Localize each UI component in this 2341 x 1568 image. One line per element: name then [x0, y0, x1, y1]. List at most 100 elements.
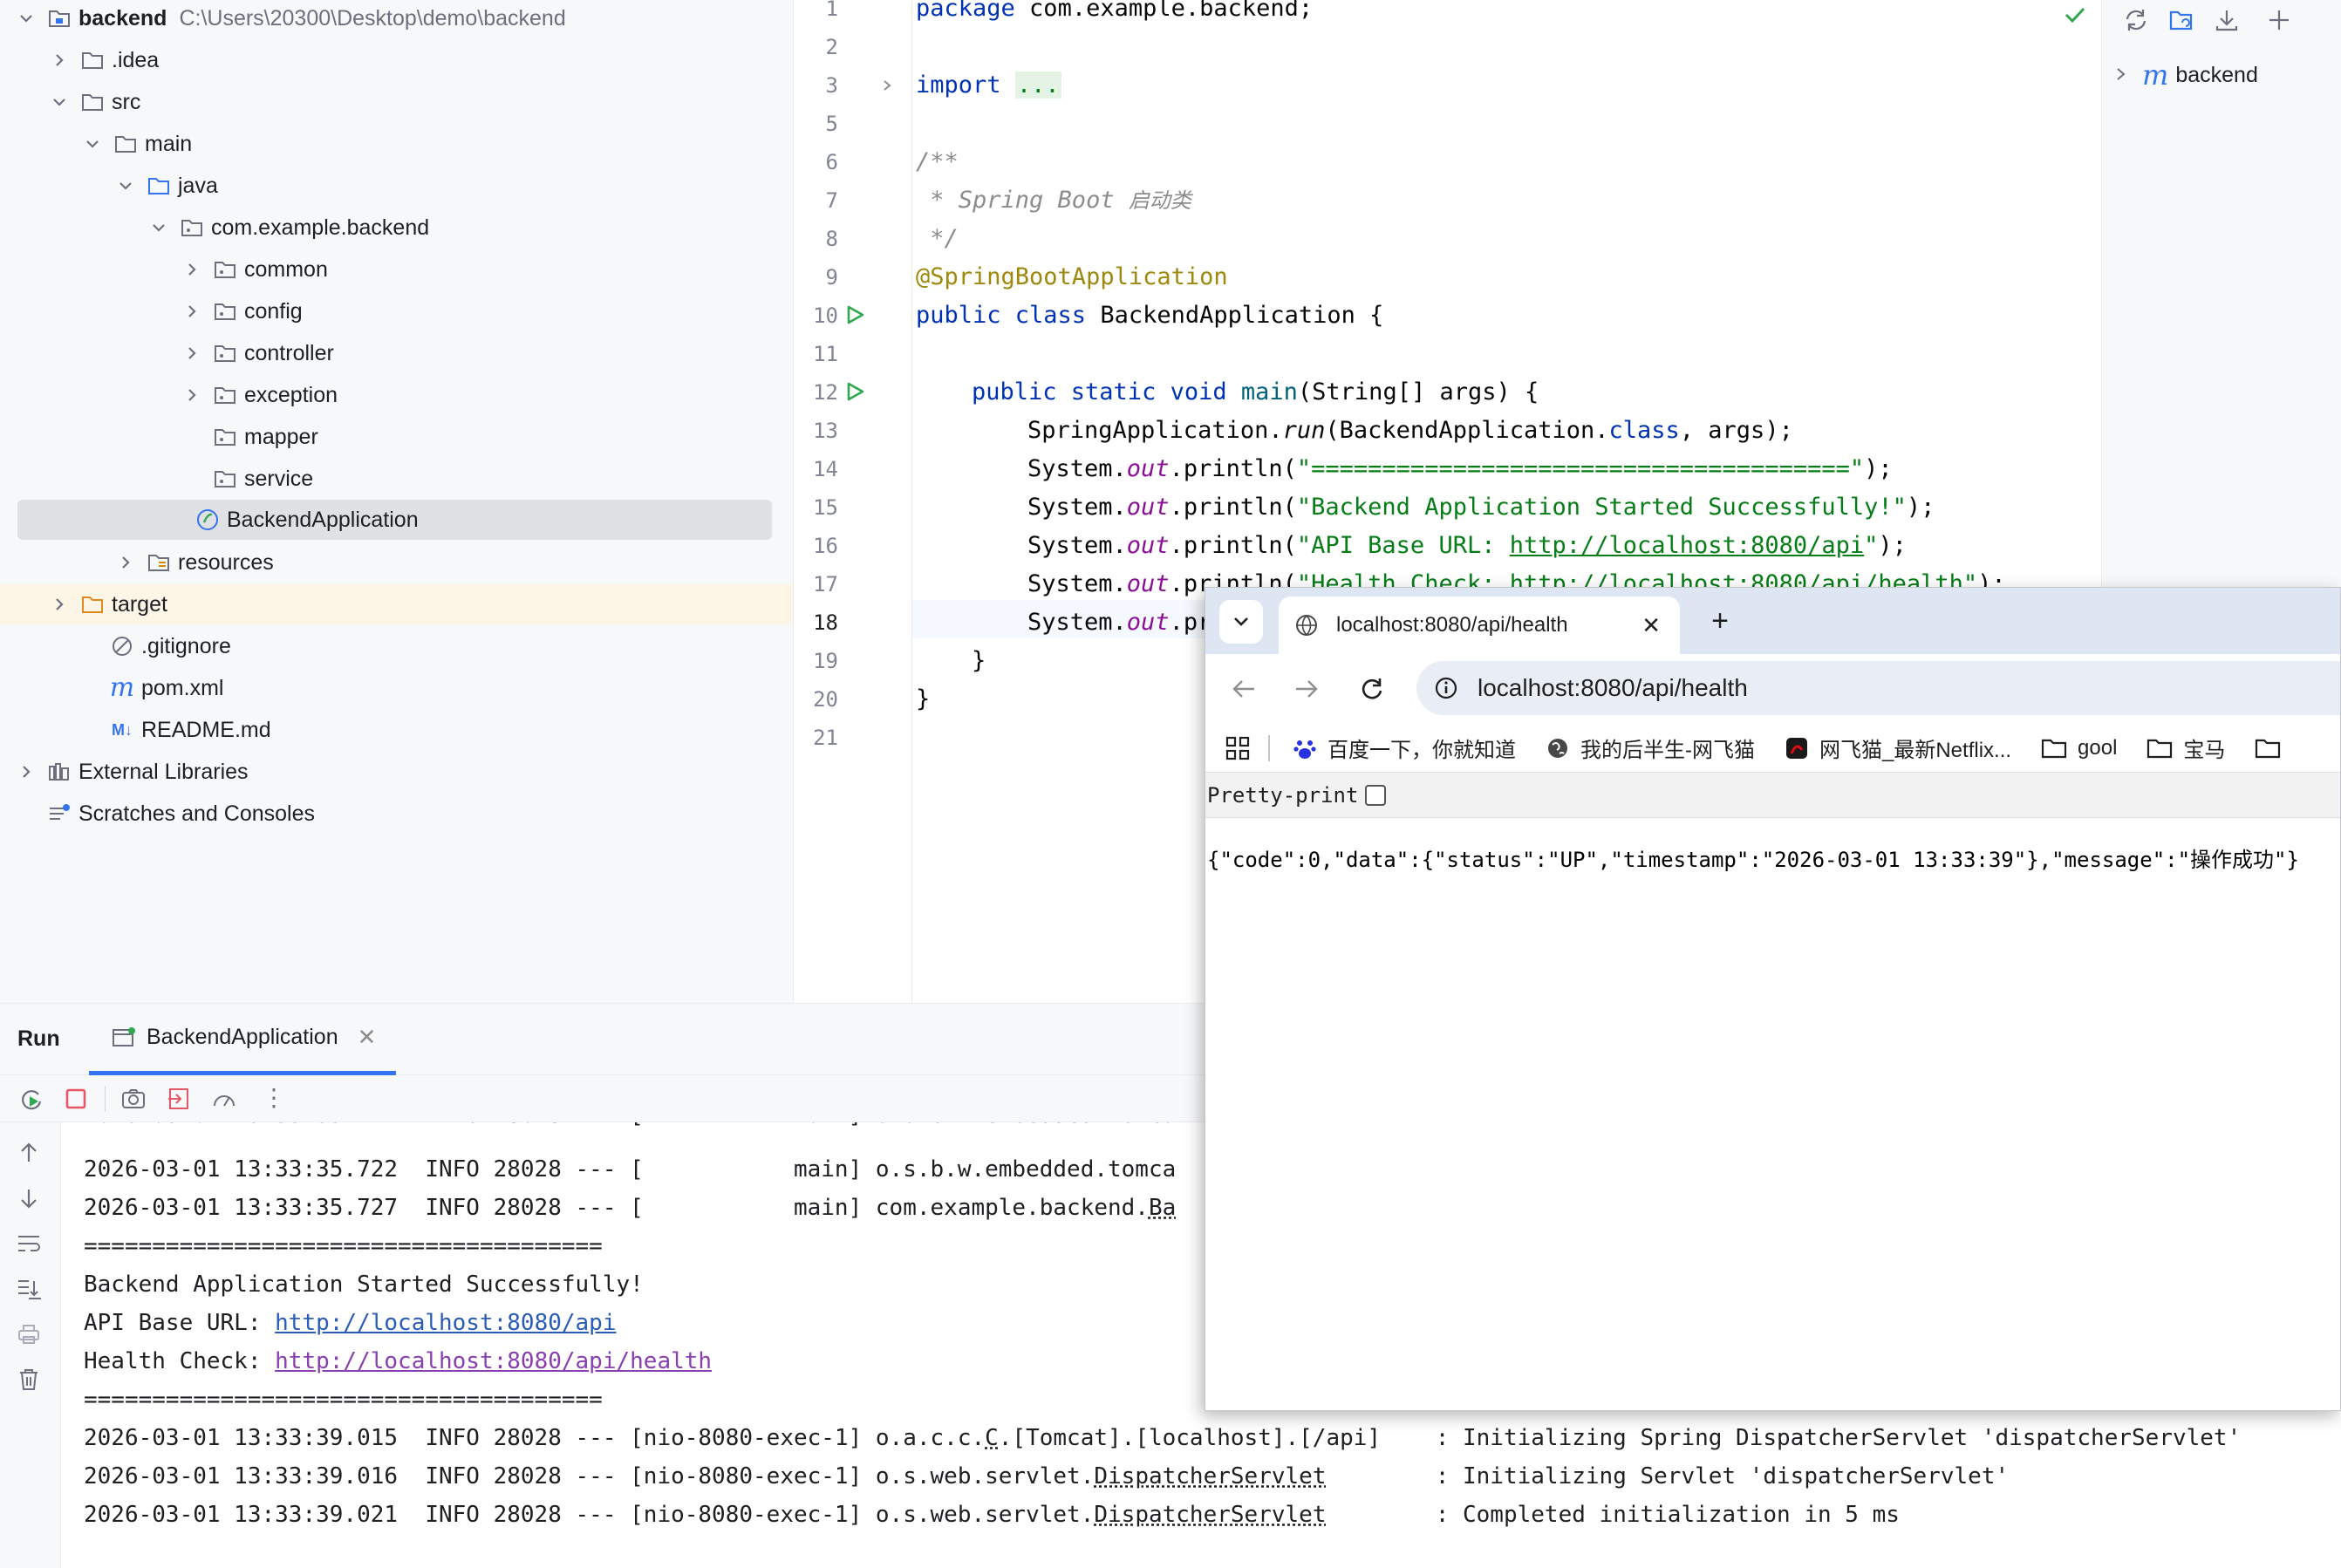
tree-item-pom[interactable]: m pom.xml [17, 668, 772, 708]
tree-item-config[interactable]: config [17, 291, 772, 331]
arrow-up-icon[interactable] [16, 1140, 42, 1166]
bookmark-wangfeimao-2[interactable]: 网飞猫_最新Netflix... [1785, 733, 2011, 763]
soft-wrap-icon[interactable] [16, 1231, 42, 1257]
maven-project-item[interactable]: m backend [2114, 61, 2258, 89]
camera-icon[interactable] [120, 1086, 147, 1112]
exit-icon[interactable] [166, 1086, 192, 1112]
code-line-15: System.out.println("Backend Application … [1027, 488, 1935, 527]
profiler-icon[interactable] [211, 1086, 237, 1112]
tree-item-readme[interactable]: M↓ README.md [17, 710, 772, 750]
tree-item-exception[interactable]: exception [17, 375, 772, 415]
run-tab-backend-application[interactable]: BackendApplication ✕ [89, 1004, 396, 1075]
browser-window[interactable]: localhost:8080/api/health ✕ + localhost:… [1205, 587, 2341, 1411]
check-icon[interactable] [2062, 2, 2088, 28]
bookmark-folder-more[interactable] [2255, 737, 2291, 760]
tree-item-controller[interactable]: controller [17, 333, 772, 373]
fold-chevron-icon[interactable] [880, 78, 894, 97]
chevron-right-icon[interactable] [51, 51, 68, 69]
tree-item-resources[interactable]: resources [17, 542, 772, 583]
code-token: "======================================" [1296, 455, 1865, 482]
info-icon[interactable] [1434, 676, 1458, 700]
tree-item-mapper[interactable]: mapper [17, 417, 772, 457]
log-class-link[interactable]: DispatcherServlet [1094, 1502, 1326, 1528]
log-class-link[interactable]: C [985, 1425, 999, 1451]
print-icon[interactable] [16, 1321, 42, 1347]
package-icon [213, 467, 237, 491]
tree-item-label: config [244, 298, 303, 324]
chevron-down-icon[interactable] [84, 135, 101, 153]
forward-arrow-icon[interactable] [1289, 672, 1324, 706]
log-class-link[interactable]: DispatcherServlet [1094, 1463, 1326, 1490]
tab-search-chevron-icon[interactable] [1219, 600, 1263, 644]
code-line-7: * Spring Boot 启动类 [916, 181, 1191, 220]
tree-item-target[interactable]: target [0, 584, 793, 624]
code-token: ); [1906, 494, 1935, 521]
chevron-down-icon[interactable] [117, 177, 134, 194]
new-tab-icon[interactable]: + [1703, 603, 1737, 638]
line-number: 2 [825, 35, 838, 59]
browser-tab-bar: localhost:8080/api/health ✕ + [1205, 588, 2340, 654]
tree-item-java[interactable]: java [17, 166, 772, 206]
more-options-icon[interactable]: ⋮ [262, 1086, 286, 1110]
browser-tab[interactable]: localhost:8080/api/health ✕ [1279, 597, 1680, 654]
code-token: .println( [1169, 455, 1297, 482]
trash-icon[interactable] [16, 1367, 42, 1393]
tree-item-external-libraries[interactable]: External Libraries [17, 752, 772, 792]
bookmark-baidu[interactable]: 百度一下，你就知道 [1293, 733, 1516, 763]
chevron-down-icon[interactable] [150, 219, 167, 236]
tree-item-label: exception [244, 382, 338, 407]
chevron-down-icon[interactable] [17, 10, 35, 27]
tree-item-service[interactable]: service [17, 459, 772, 499]
tree-item-label: pom.xml [141, 675, 224, 700]
back-arrow-icon[interactable] [1226, 672, 1261, 706]
pretty-print-checkbox[interactable] [1365, 784, 1387, 806]
bookmark-wangfeimao-1[interactable]: 我的后半生-网飞猫 [1546, 733, 1755, 763]
tree-item-label: common [244, 256, 328, 282]
chevron-right-icon[interactable] [183, 344, 201, 362]
tree-item-main[interactable]: main [17, 124, 772, 164]
tree-item-gitignore[interactable]: .gitignore [17, 626, 772, 666]
log-text: 2026-03-01 13:33:39.021 INFO 28028 --- [… [84, 1502, 1095, 1528]
code-token: System. [1027, 532, 1127, 559]
tree-item-idea[interactable]: .idea [17, 40, 772, 80]
tree-item-label: src [112, 89, 141, 114]
stop-icon[interactable] [63, 1086, 89, 1112]
log-class-link[interactable]: Ba [1149, 1195, 1176, 1221]
add-icon[interactable] [2264, 5, 2294, 35]
chevron-right-icon[interactable] [117, 554, 134, 571]
tree-item-backend[interactable]: backend C:\Users\20300\Desktop\demo\back… [17, 0, 772, 38]
chevron-right-icon[interactable] [183, 386, 201, 404]
chevron-right-icon[interactable] [17, 763, 35, 781]
folder-sync-icon[interactable] [2167, 5, 2196, 35]
tree-item-src[interactable]: src [17, 82, 772, 122]
run-gutter-icon[interactable] [843, 380, 866, 403]
close-tab-icon[interactable]: ✕ [1641, 612, 1661, 639]
scroll-to-end-icon[interactable] [16, 1276, 42, 1302]
code-link[interactable]: http://localhost:8080/api [1510, 532, 1864, 559]
bookmark-folder-baoma[interactable]: 宝马 [2146, 733, 2225, 763]
download-icon[interactable] [2212, 5, 2242, 35]
chevron-right-icon[interactable] [2114, 63, 2128, 88]
tree-item-package-root[interactable]: com.example.backend [17, 208, 772, 248]
tree-item-backend-application[interactable]: BackendApplication [17, 500, 772, 540]
rerun-icon[interactable] [17, 1086, 44, 1112]
tree-item-scratches[interactable]: Scratches and Consoles [17, 794, 772, 834]
close-tab-icon[interactable]: ✕ [358, 1024, 377, 1051]
chevron-right-icon[interactable] [51, 596, 68, 613]
arrow-down-icon[interactable] [16, 1185, 42, 1211]
apps-grid-icon[interactable] [1225, 735, 1251, 761]
log-line: API Base URL: http://localhost:8080/api [84, 1304, 617, 1342]
log-url-link[interactable]: http://localhost:8080/api [275, 1310, 616, 1336]
bookmark-folder-gool[interactable]: gool [2041, 736, 2117, 760]
chevron-right-icon[interactable] [183, 261, 201, 278]
code-token: System. [1027, 455, 1127, 482]
folded-imports[interactable]: ... [1014, 72, 1061, 99]
tree-item-common[interactable]: common [17, 249, 772, 290]
reload-icon[interactable] [1354, 672, 1389, 706]
address-bar[interactable]: localhost:8080/api/health [1416, 661, 2340, 715]
run-gutter-icon[interactable] [843, 303, 866, 326]
chevron-down-icon[interactable] [51, 93, 68, 111]
reload-icon[interactable] [2121, 5, 2151, 35]
log-url-link-visited[interactable]: http://localhost:8080/api/health [275, 1348, 712, 1374]
chevron-right-icon[interactable] [183, 303, 201, 320]
